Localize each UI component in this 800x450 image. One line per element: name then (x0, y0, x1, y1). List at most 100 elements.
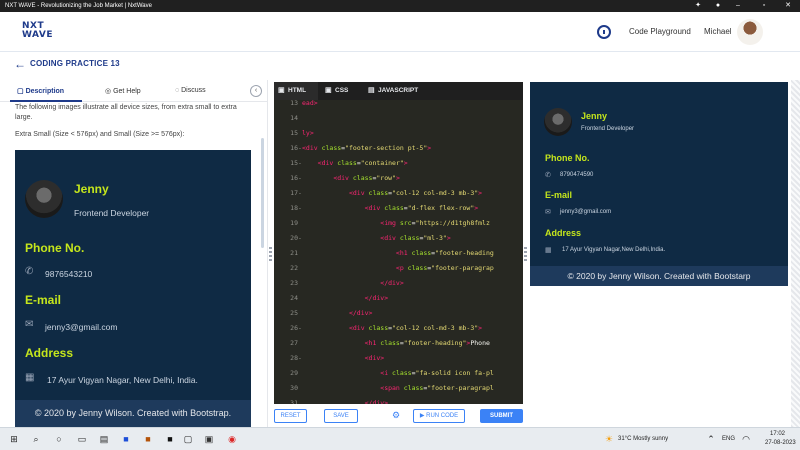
tab-description[interactable]: ▢ Description (17, 87, 64, 95)
line-number: 25 (290, 309, 298, 317)
windows-taskbar: ⊞ ⌕ ○ ▭ ▤ ■ ■ ■ ▢ ▣ ◉ ☀ 31°C Mostly sunn… (0, 427, 800, 450)
task-view-icon[interactable]: ○ (53, 433, 65, 445)
code-line[interactable]: 15 ly> (274, 126, 523, 141)
phone-icon: ✆ (545, 172, 551, 179)
extensions-icon[interactable]: ✦ (690, 0, 706, 12)
widgets-icon[interactable]: ▭ (76, 433, 88, 445)
email-heading: E-mail (545, 190, 573, 200)
code-line[interactable]: 23 </div> (274, 276, 523, 291)
code-text: </div> (380, 279, 404, 287)
close-icon[interactable]: ✕ (780, 0, 796, 12)
app-icon-4[interactable]: ▢ (182, 433, 194, 445)
address-heading: Address (25, 346, 74, 360)
code-line[interactable]: 24 </div> (274, 291, 523, 306)
language-indicator[interactable]: ENG (722, 436, 735, 442)
file-explorer-icon[interactable]: ▤ (98, 433, 110, 445)
user-avatar[interactable] (737, 19, 763, 45)
js-icon: ▤ (368, 87, 375, 94)
envelope-icon: ✉ (25, 319, 34, 330)
envelope-icon: ✉ (545, 209, 551, 216)
run-code-button[interactable]: ▶ RUN CODE (413, 409, 465, 423)
output-scrollbar[interactable] (791, 80, 800, 427)
line-number: 22 (290, 264, 298, 272)
code-line[interactable]: 26- <div class="col-12 col-md-3 mb-3"> (274, 321, 523, 336)
search-icon[interactable]: ⌕ (30, 433, 42, 445)
tab-html[interactable]: ▣ HTML (274, 82, 318, 100)
line-number: 20 (290, 234, 298, 242)
weather-text[interactable]: 31°C Mostly sunny (618, 436, 668, 442)
line-number: 19 (290, 219, 298, 227)
profile-role: Frontend Developer (74, 208, 150, 218)
code-line[interactable]: 22 <p class="footer-paragrap (274, 261, 523, 276)
code-text: <div class="ml-3"> (380, 234, 451, 242)
code-line[interactable]: 18- <div class="d-flex flex-row"> (274, 201, 523, 216)
phone-heading: Phone No. (25, 241, 85, 255)
css3-icon: ▣ (325, 87, 332, 94)
preview-footer: © 2020 by Jenny Wilson. Created with Boo… (15, 400, 251, 427)
line-number: 14 (290, 114, 298, 122)
code-line[interactable]: 25 </div> (274, 306, 523, 321)
code-area[interactable]: 13 ead> 14 15 ly> 16- <div class="footer-secti… (274, 100, 523, 404)
code-line[interactable]: 31 </div> (274, 396, 523, 404)
code-line[interactable]: 20- <div class="ml-3"> (274, 231, 523, 246)
editor-actions: RESET SAVE ⚙ ▶ RUN CODE SUBMIT (274, 407, 523, 427)
code-line[interactable]: 30 <span class="footer-paragrapl (274, 381, 523, 396)
code-text: <div class="row"> (333, 174, 400, 182)
code-playground-link[interactable]: Code Playground (629, 27, 691, 36)
app-icon-1[interactable]: ■ (120, 433, 132, 445)
code-text: <h1 class="footer-heading (395, 249, 494, 257)
profile-photo (544, 108, 572, 136)
code-text: <p class="footer-paragrap (395, 264, 494, 272)
reset-button[interactable]: RESET (274, 409, 307, 423)
profile-icon[interactable]: ● (710, 0, 726, 12)
phone-heading: Phone No. (545, 153, 590, 163)
maximize-icon[interactable]: ▫ (756, 0, 772, 12)
user-name[interactable]: Michael (704, 27, 732, 36)
code-line[interactable]: 15- <div class="container"> (274, 156, 523, 171)
description-text: The following images illustrate all devi… (15, 104, 237, 121)
back-arrow-icon[interactable]: ← (14, 57, 26, 71)
line-number: 16 (290, 174, 298, 182)
code-line[interactable]: 21 <h1 class="footer-heading (274, 246, 523, 261)
code-line[interactable]: 28- <div> (274, 351, 523, 366)
code-line[interactable]: 19 <img src="https://d1tgh8fmlz (274, 216, 523, 231)
tab-get-help[interactable]: ◎ Get Help (105, 87, 141, 95)
clock-time[interactable]: 17:02 (770, 431, 785, 437)
profile-photo (25, 180, 63, 218)
description-panel: ▢ Description ◎ Get Help ◌ Discuss ‹ The… (0, 80, 268, 427)
description-scrollbar[interactable] (261, 138, 264, 248)
code-line[interactable]: 16- <div class="footer-section pt-5"> (274, 141, 523, 156)
app-icon-5[interactable]: ▣ (203, 433, 215, 445)
app-icon-3[interactable]: ■ (164, 433, 176, 445)
system-tray-icon[interactable]: ⌃ (705, 433, 717, 445)
tab-discuss[interactable]: ◌ Discuss (175, 87, 206, 94)
code-line[interactable]: 29 <i class="fa-solid icon fa-pl (274, 366, 523, 381)
nxtwave-logo[interactable]: NXT WAVE (22, 22, 53, 40)
submit-button[interactable]: SUBMIT (480, 409, 523, 423)
app-icon-2[interactable]: ■ (142, 433, 154, 445)
window-titlebar: NXT WAVE - Revolutionizing the Job Marke… (0, 0, 800, 12)
settings-gear-icon[interactable]: ⚙ (392, 410, 400, 421)
wifi-icon[interactable]: ◠ (740, 433, 752, 445)
tab-css[interactable]: ▣ CSS (321, 82, 361, 100)
code-line[interactable]: 16- <div class="row"> (274, 171, 523, 186)
code-line[interactable]: 17- <div class="col-12 col-md-3 mb-3"> (274, 186, 523, 201)
save-button[interactable]: SAVE (324, 409, 358, 423)
building-icon: ▦ (25, 372, 35, 383)
phone-number: 9876543210 (45, 269, 93, 279)
clock-date[interactable]: 27-08-2023 (765, 440, 796, 446)
code-line[interactable]: 14 (274, 111, 523, 126)
code-editor: ▣ HTML ▣ CSS ▤ JAVASCRIPT 13 ead> 14 15 ly> 16- <… (274, 80, 523, 427)
code-line[interactable]: 13 ead> (274, 100, 523, 111)
windows-start-icon[interactable]: ⊞ (8, 433, 20, 445)
minimize-icon[interactable]: – (730, 0, 746, 12)
chrome-icon[interactable]: ◉ (226, 433, 238, 445)
left-resize-handle[interactable] (269, 247, 272, 261)
right-resize-handle[interactable] (524, 247, 527, 261)
tab-javascript[interactable]: ▤ JAVASCRIPT (364, 82, 424, 100)
practice-title: CODING PRACTICE 13 (30, 59, 120, 68)
timer-icon[interactable] (597, 25, 611, 39)
collapse-panel-button[interactable]: ‹ (250, 85, 262, 97)
address-text: 17 Ayur Vigyan Nagar,New Delhi,India. (562, 247, 666, 253)
code-line[interactable]: 27 <h1 class="footer-heading">Phone (274, 336, 523, 351)
